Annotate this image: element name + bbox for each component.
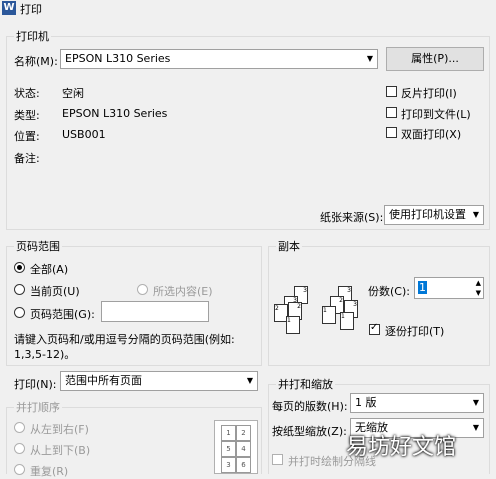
pages-per-sheet-value: 1 版 [355, 396, 377, 409]
current-page-label: 当前页(U) [30, 285, 80, 298]
print-what-select[interactable]: 范围中所有页面 ▼ [60, 371, 258, 391]
chevron-down-icon: ▼ [366, 54, 373, 63]
collated-pages-icon: 3 2 1 3 1 [322, 286, 362, 336]
watermark-text: 易坊好文馆 [346, 435, 457, 460]
page-range-hint-example: 1,3,5-12)。 [14, 348, 76, 361]
repeat-label: 重复(R) [30, 465, 69, 478]
zoom-group-label: 并打和缩放 [276, 376, 335, 392]
print-what-value: 范围中所有页面 [65, 374, 142, 387]
current-page-radio[interactable] [14, 284, 25, 295]
properties-button[interactable]: 属性(P)... [386, 47, 484, 71]
printer-name-select[interactable]: EPSON L310 Series ▼ [60, 49, 378, 69]
print-to-file-label: 打印到文件(L) [401, 108, 471, 121]
reverse-print-checkbox[interactable] [386, 86, 397, 97]
top-to-bottom-label: 从上到下(B) [30, 444, 91, 457]
paper-source-value: 使用打印机设置 [389, 208, 466, 221]
copies-count-spinner[interactable]: 1 ▲ ▼ [414, 277, 484, 299]
spinner-down-icon[interactable]: ▼ [476, 288, 481, 298]
draw-borders-checkbox [272, 454, 283, 465]
top-to-bottom-radio [14, 443, 25, 454]
word-icon: W [2, 1, 16, 15]
scale-label: 按纸型缩放(Z): [272, 425, 347, 438]
pages-per-sheet-select[interactable]: 1 版 ▼ [350, 393, 484, 413]
chevron-down-icon: ▼ [472, 398, 479, 407]
page-range-radio[interactable] [14, 307, 25, 318]
collate-checkbox[interactable]: ✓ [369, 322, 380, 335]
location-label: 位置: [14, 130, 40, 143]
print-to-file-checkbox[interactable] [386, 107, 397, 118]
left-to-right-label: 从左到右(F) [30, 423, 89, 436]
left-to-right-radio [14, 422, 25, 433]
spinner-up-icon[interactable]: ▲ [476, 278, 481, 288]
copies-group-label: 副本 [276, 238, 302, 254]
print-order-group-label: 并打顺序 [14, 399, 62, 415]
page-range-hint: 请键入页码和/或用逗号分隔的页码范围(例如: [14, 333, 235, 346]
all-pages-label: 全部(A) [30, 263, 69, 276]
print-order-preview-icon: 12 54 36 [214, 420, 258, 474]
page-range-input[interactable] [101, 301, 209, 322]
printer-name-label: 名称(M): [14, 55, 58, 68]
paper-source-select[interactable]: 使用打印机设置 ▼ [384, 205, 484, 225]
window-title: 打印 [20, 3, 42, 16]
printer-group-label: 打印机 [14, 28, 51, 44]
all-pages-radio[interactable] [14, 262, 25, 273]
printer-name-value: EPSON L310 Series [65, 52, 171, 65]
page-range-group-label: 页码范围 [14, 238, 62, 254]
duplex-print-checkbox[interactable] [386, 127, 397, 138]
page-range-label: 页码范围(G): [30, 308, 95, 321]
copies-count-value: 1 [418, 281, 427, 294]
print-what-label: 打印(N): [14, 378, 57, 391]
location-value: USB001 [62, 128, 106, 141]
repeat-radio [14, 464, 25, 475]
uncollated-pages-icon: 3 3 2 2 1 [274, 286, 328, 336]
title-bar [0, 0, 496, 16]
pages-per-sheet-label: 每页的版数(H): [272, 400, 348, 413]
selection-label: 所选内容(E) [153, 285, 213, 298]
chevron-down-icon: ▼ [472, 423, 479, 432]
status-label: 状态: [14, 87, 40, 100]
duplex-print-label: 双面打印(X) [401, 128, 462, 141]
chevron-down-icon: ▼ [472, 210, 479, 219]
collate-label: 逐份打印(T) [385, 325, 445, 338]
type-value: EPSON L310 Series [62, 107, 168, 120]
comment-label: 备注: [14, 152, 40, 165]
type-label: 类型: [14, 109, 40, 122]
status-value: 空闲 [62, 87, 84, 100]
copies-count-label: 份数(C): [368, 285, 410, 298]
checkmark-icon: ✓ [370, 322, 379, 333]
reverse-print-label: 反片打印(I) [401, 87, 457, 100]
chevron-down-icon: ▼ [246, 376, 253, 385]
selection-radio [137, 284, 148, 295]
paper-source-label: 纸张来源(S): [320, 211, 384, 224]
